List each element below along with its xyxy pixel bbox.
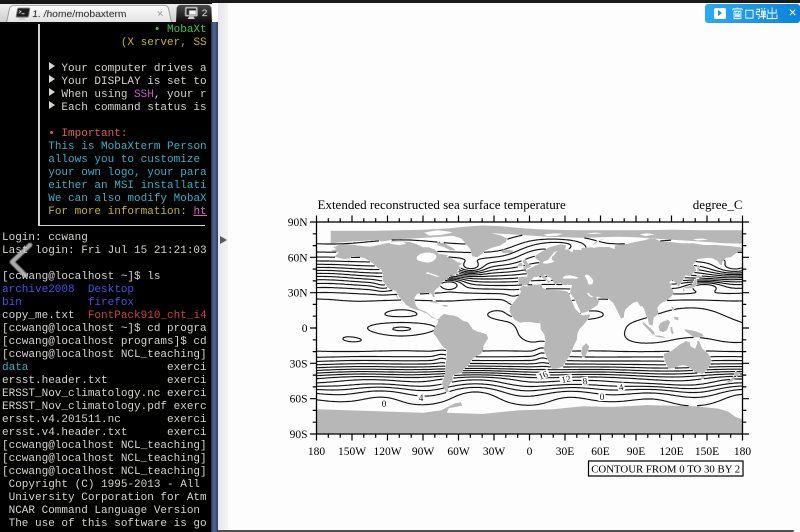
svg-text:180: 180 xyxy=(308,446,326,458)
svg-text:180: 180 xyxy=(734,446,752,458)
svg-text:90E: 90E xyxy=(627,446,646,458)
svg-text:60S: 60S xyxy=(290,394,308,406)
svg-text:0: 0 xyxy=(600,392,605,402)
svg-text:90S: 90S xyxy=(290,429,308,441)
svg-text:0: 0 xyxy=(527,446,533,458)
svg-text:120W: 120W xyxy=(373,446,401,458)
svg-text:90N: 90N xyxy=(288,217,309,229)
svg-text:60N: 60N xyxy=(288,252,309,264)
svg-text:30W: 30W xyxy=(483,446,506,458)
svg-text:Extended reconstructed sea sur: Extended reconstructed sea surface tempe… xyxy=(318,197,567,212)
svg-text:4: 4 xyxy=(419,393,424,403)
svg-text:30S: 30S xyxy=(290,358,308,370)
svg-text:60E: 60E xyxy=(591,446,610,458)
svg-text:150W: 150W xyxy=(338,446,366,458)
svg-text:150E: 150E xyxy=(695,446,719,458)
svg-text:CONTOUR FROM 0 TO 30 BY 2: CONTOUR FROM 0 TO 30 BY 2 xyxy=(591,464,740,476)
svg-text:90W: 90W xyxy=(412,446,435,458)
svg-text:30N: 30N xyxy=(288,288,309,300)
svg-text:30E: 30E xyxy=(556,446,575,458)
svg-text:0: 0 xyxy=(382,399,387,409)
svg-text:degree_C: degree_C xyxy=(693,197,743,212)
svg-text:60W: 60W xyxy=(447,446,470,458)
svg-text:0: 0 xyxy=(302,323,308,335)
svg-text:120E: 120E xyxy=(659,446,683,458)
